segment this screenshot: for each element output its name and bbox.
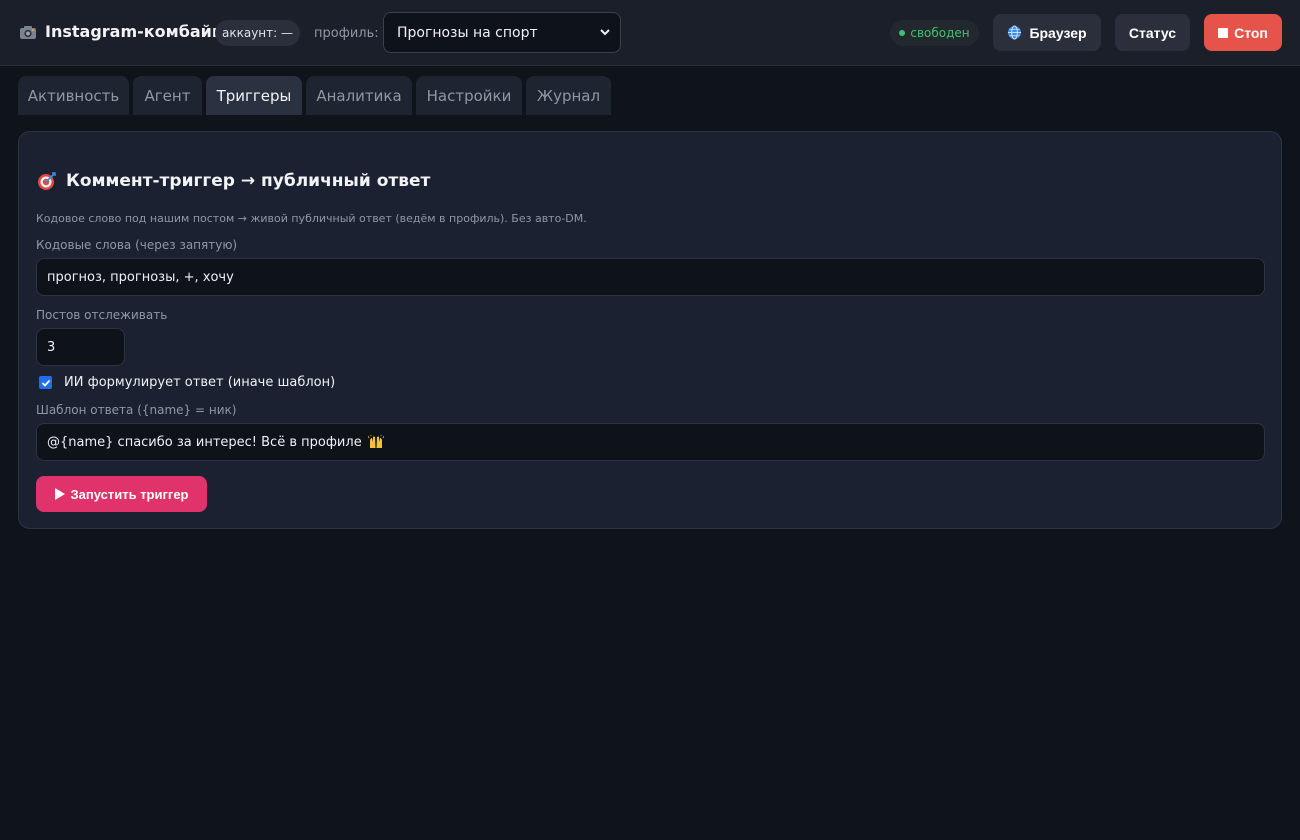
tab-analytics[interactable]: Аналитика xyxy=(306,76,412,115)
status-text: свободен xyxy=(910,26,970,40)
app-title: Instagram-комбайн xyxy=(19,22,223,41)
tab-agent[interactable]: Агент xyxy=(133,76,202,115)
account-badge: аккаунт: — xyxy=(215,20,300,46)
profile-label: профиль: xyxy=(314,26,379,41)
template-input-value: @{name} спасибо за интерес! Всё в профил… xyxy=(47,434,362,450)
ai-checkbox-label: ИИ формулирует ответ (иначе шаблон) xyxy=(64,375,336,390)
tab-activity[interactable]: Активность xyxy=(18,76,129,115)
stop-button[interactable]: Стоп xyxy=(1204,14,1282,51)
tab-triggers[interactable]: Триггеры xyxy=(206,76,302,115)
card-description: Кодовое слово под нашим постом → живой п… xyxy=(36,212,587,225)
card-title-text: Коммент-триггер → публичный ответ xyxy=(66,171,431,191)
template-label: Шаблон ответа ({name} = ник) xyxy=(36,403,237,417)
status-badge: свободен xyxy=(890,20,979,46)
profile-select[interactable]: Прогнозы на спорт xyxy=(383,12,621,53)
posts-count-input[interactable]: 3 xyxy=(36,328,125,366)
ai-checkbox-row[interactable]: ИИ формулирует ответ (иначе шаблон) xyxy=(39,375,335,390)
keywords-input[interactable]: прогноз, прогнозы, +, хочу xyxy=(36,258,1265,296)
run-trigger-label: Запустить триггер xyxy=(70,486,189,502)
card-title: Коммент-триггер → публичный ответ xyxy=(37,171,430,191)
browser-button-label: Браузер xyxy=(1029,24,1087,41)
ai-checkbox[interactable] xyxy=(39,376,52,389)
trigger-card: Коммент-триггер → публичный ответ Кодово… xyxy=(18,131,1282,529)
play-icon xyxy=(54,488,65,500)
run-trigger-button[interactable]: Запустить триггер xyxy=(36,476,207,512)
status-button[interactable]: Статус xyxy=(1115,14,1190,51)
profile-select-value: Прогнозы на спорт xyxy=(397,24,538,41)
keywords-label: Кодовые слова (через запятую) xyxy=(36,238,238,252)
stop-button-label: Стоп xyxy=(1234,24,1268,41)
camera-icon xyxy=(19,24,37,40)
status-dot-icon xyxy=(899,30,906,36)
top-bar: Instagram-комбайн аккаунт: — профиль: Пр… xyxy=(0,0,1300,66)
raised-hands-icon xyxy=(367,435,384,449)
posts-label: Постов отслеживать xyxy=(36,308,168,322)
globe-icon xyxy=(1007,25,1022,40)
stop-square-icon xyxy=(1218,27,1229,38)
app-title-text: Instagram-комбайн xyxy=(45,22,223,41)
template-input[interactable]: @{name} спасибо за интерес! Всё в профил… xyxy=(36,423,1265,461)
tab-settings[interactable]: Настройки xyxy=(416,76,522,115)
tab-journal[interactable]: Журнал xyxy=(526,76,611,115)
target-icon xyxy=(37,171,57,191)
browser-button[interactable]: Браузер xyxy=(993,14,1101,51)
chevron-down-icon xyxy=(599,26,611,42)
